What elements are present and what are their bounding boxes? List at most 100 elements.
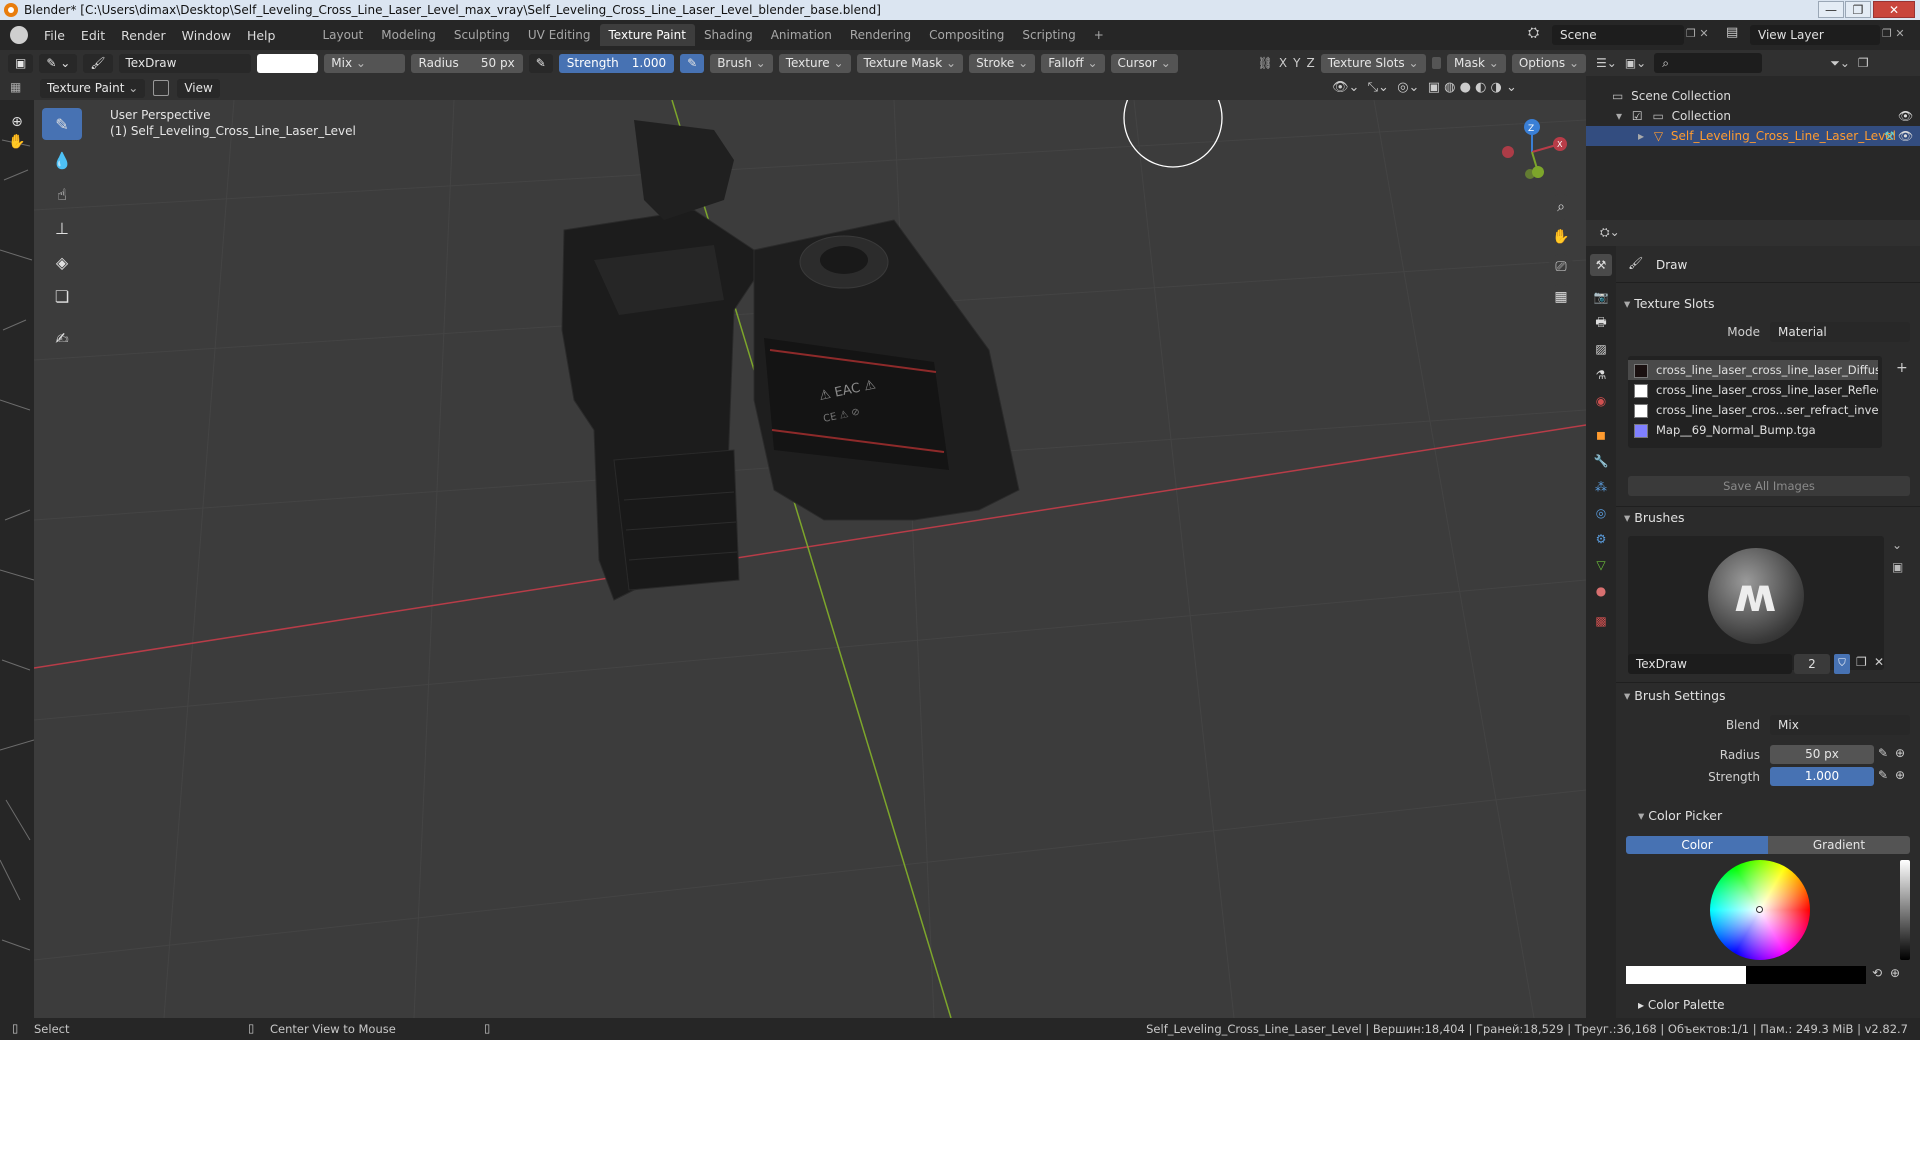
tab-render[interactable]: 📷 [1590,286,1612,308]
blender-menu-icon[interactable] [10,26,28,44]
texture-slots-panel-title[interactable]: Texture Slots [1624,296,1714,311]
strength-pressure-icon[interactable]: ✎ [680,53,705,73]
zoom-icon[interactable]: ⌕ [1548,194,1574,220]
options-menu[interactable]: Options [1511,53,1587,73]
brush-users-count[interactable]: 2 [1794,654,1830,674]
tree-scene-collection[interactable]: ▭ Scene Collection [1586,86,1920,106]
tab-shading[interactable]: Shading [695,24,762,46]
tab-compositing[interactable]: Compositing [920,24,1013,46]
tab-data[interactable]: ▽ [1590,554,1612,576]
secondary-color-swatch[interactable] [1746,966,1866,984]
new-collection-icon[interactable]: ❐ [1858,56,1869,70]
exclude-checkbox[interactable]: ☑ [1632,109,1643,123]
symmetry-x-toggle[interactable]: X [1279,56,1287,70]
view-menu[interactable]: View [177,78,220,98]
unlink-brush-icon[interactable]: ✕ [1874,655,1884,669]
swap-colors-icon[interactable]: ⟲ [1872,966,1882,980]
primary-color-swatch[interactable] [1626,966,1746,984]
color-wheel[interactable] [1710,860,1810,960]
brush-name-field-props[interactable]: TexDraw [1628,654,1792,674]
tab-layout[interactable]: Layout [313,24,372,46]
editor-grid-icon[interactable]: ▦ [10,80,21,94]
3d-viewport[interactable]: ⚠ EAC ⚠ CE ⚠ ⊘ User Perspective (1) Self… [34,100,1586,1018]
camera-icon[interactable]: ⎚ [1548,254,1574,280]
tab-sculpting[interactable]: Sculpting [445,24,519,46]
paint-brush-icon[interactable]: 🖌 [83,53,113,73]
duplicate-brush-icon[interactable]: ❐ [1856,655,1867,669]
color-tab[interactable]: Color [1626,836,1768,854]
mask-menu[interactable]: Mask [1447,53,1506,73]
tab-tool[interactable]: ⚒ [1590,254,1612,276]
color-wheel-cursor[interactable] [1756,906,1763,913]
strength-slider[interactable]: Strength 1.000 [558,53,675,73]
tab-object[interactable]: ◼ [1590,424,1612,446]
tab-scene[interactable]: ⚗ [1590,364,1612,386]
strength-slider-props[interactable]: 1.000 [1770,767,1874,786]
view-layer-field[interactable]: View Layer [1750,25,1880,45]
smear-tool-button[interactable]: ☝ [42,178,82,210]
radius-pressure-icon-props[interactable]: ✎ [1878,746,1888,760]
add-workspace-button[interactable]: + [1085,24,1113,46]
symmetry-y-toggle[interactable]: Y [1293,56,1300,70]
value-slider[interactable] [1900,860,1910,960]
display-mode-icon[interactable]: ▣⌄ [1625,56,1646,70]
radius-pressure-icon[interactable]: ✎ [528,53,553,73]
tree-object-laser-level[interactable]: ▸ ▽ Self_Leveling_Cross_Line_Laser_Level… [1586,126,1920,146]
tab-texture[interactable]: ▩ [1590,610,1612,632]
annotate-tool-button[interactable]: ✍ [42,322,82,354]
tab-scripting[interactable]: Scripting [1013,24,1084,46]
expand-arrow-icon[interactable]: ▸ [1638,129,1644,143]
minimize-button[interactable]: — [1818,1,1844,18]
tab-animation[interactable]: Animation [762,24,841,46]
tool-settings-icon[interactable]: ✎ ⌄ [39,53,78,73]
tab-uv-editing[interactable]: UV Editing [519,24,600,46]
paint-mask-toggle[interactable] [153,80,170,96]
blend-dropdown[interactable]: Mix [324,53,405,73]
texture-slot-diffuse[interactable]: cross_line_laser_cross_line_laser_Diffus… [1628,360,1878,380]
stroke-menu[interactable]: Stroke [969,53,1036,73]
brushes-panel-title[interactable]: Brushes [1624,510,1684,525]
blend-dropdown-props[interactable]: Mix [1770,715,1910,735]
maximize-button[interactable]: ❐ [1845,1,1871,18]
fill-tool-button[interactable]: ◈ [42,246,82,278]
brush-image-icon[interactable]: ▣ [1892,560,1903,574]
brush-preview-area[interactable]: ʍ [1628,536,1884,670]
texture-slot-refract[interactable]: cross_line_laser_cros...ser_refract_inve… [1628,400,1878,420]
brush-menu[interactable]: Brush [710,53,773,73]
brush-dropdown-icon[interactable]: ⌄ [1892,538,1902,552]
mask-checkbox[interactable] [1431,57,1442,69]
menu-edit[interactable]: Edit [73,28,113,43]
menu-help[interactable]: Help [239,28,284,43]
tab-output[interactable]: 🖶 [1590,312,1612,334]
gradient-tab[interactable]: Gradient [1768,836,1910,854]
texture-slot-normal-bump[interactable]: Map__69_Normal_Bump.tga [1628,420,1878,440]
editor-type-icon[interactable]: ▣ [8,53,34,73]
tab-constraints[interactable]: ⚙ [1590,528,1612,550]
mode-dropdown[interactable]: Texture Paint [40,78,146,98]
collapse-arrow-icon[interactable]: ▾ [1616,109,1622,123]
close-button[interactable]: ✕ [1873,1,1915,18]
cursor-menu[interactable]: Cursor [1110,53,1178,73]
add-slot-button[interactable]: + [1896,360,1908,376]
mask-tool-button[interactable]: ❏ [42,280,82,312]
tab-material[interactable]: ● [1590,580,1612,602]
scene-field[interactable]: Scene [1552,25,1684,45]
left-strip-tools[interactable]: ⊕ ✋ [0,112,34,152]
tab-world[interactable]: ◉ [1590,390,1612,412]
tab-texture-paint[interactable]: Texture Paint [599,24,695,46]
color-options-icon[interactable]: ⊕ [1890,966,1900,980]
grid-view-icon[interactable]: ▦ [1548,284,1574,310]
filter-icon[interactable]: ⏷⌄ [1830,56,1850,71]
falloff-menu[interactable]: Falloff [1041,53,1105,73]
brush-settings-panel-title[interactable]: Brush Settings [1624,688,1725,703]
brush-name-field[interactable]: TexDraw [118,53,251,73]
outliner-search-input[interactable]: ⌕ [1654,53,1763,73]
strength-pressure-icon-props[interactable]: ✎ [1878,768,1888,782]
tab-rendering[interactable]: Rendering [841,24,920,46]
radius-unit-icon[interactable]: ⊕ [1895,746,1905,760]
draw-tool-button[interactable]: ✎ [42,108,82,140]
fake-user-shield-icon[interactable]: ⛉ [1834,654,1850,674]
tab-particles[interactable]: ⁂ [1590,476,1612,498]
viewport-shading-controls[interactable]: 👁⌄ ⤡⌄ ◎⌄ ▣ ◍ ● ◐ ◑ ⌄ [1332,80,1517,95]
texture-mask-menu[interactable]: Texture Mask [856,53,964,73]
